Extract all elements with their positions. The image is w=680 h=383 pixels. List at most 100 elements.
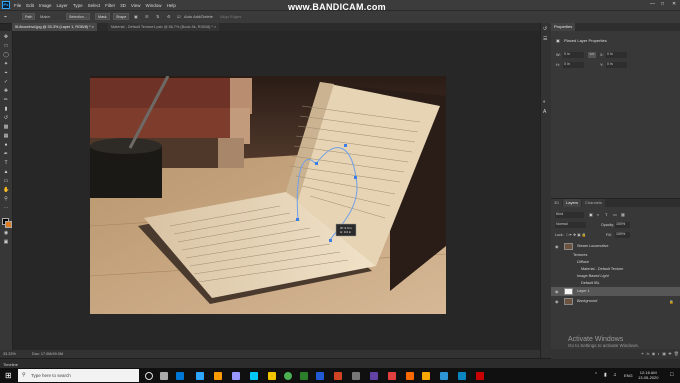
marquee-tool-icon[interactable]: □	[3, 44, 9, 49]
auto-add-delete-checkbox[interactable]: ☑	[177, 14, 181, 19]
path-arrangement-icon[interactable]: ⇅	[156, 14, 159, 19]
gradient-tool-icon[interactable]: ▦	[3, 134, 9, 139]
menu-3d[interactable]: 3D	[120, 3, 126, 8]
fill-field[interactable]: 100%	[615, 232, 630, 238]
eyedropper-tool-icon[interactable]: ✓	[3, 80, 9, 85]
properties-panel-icon[interactable]: ☰	[543, 36, 547, 42]
zoom-tool-icon[interactable]: ⚲	[3, 197, 9, 202]
tab-layers[interactable]: Layers	[563, 199, 582, 207]
x-field[interactable]: 0 in	[606, 52, 627, 58]
layer-row-layer-1[interactable]: ◉ Layer 1	[551, 287, 680, 296]
taskbar-app-4-icon[interactable]	[388, 372, 396, 380]
timeline-tab[interactable]: Timeline	[3, 362, 18, 367]
after-effects-taskbar-icon[interactable]	[250, 372, 258, 380]
dodge-tool-icon[interactable]: ●	[3, 143, 9, 148]
history-panel-icon[interactable]: ↺	[543, 26, 547, 32]
battery-icon[interactable]: ▮	[604, 372, 607, 378]
visibility-eye-icon[interactable]: ◉	[555, 289, 559, 294]
taskbar-app-3-icon[interactable]	[370, 372, 378, 380]
visibility-eye-icon[interactable]: ◉	[555, 299, 559, 304]
file-explorer-icon[interactable]	[268, 372, 276, 380]
hand-tool-icon[interactable]: ✋	[3, 188, 9, 193]
path-alignment-icon[interactable]: ☰	[145, 14, 149, 19]
notification-icon[interactable]: □	[670, 372, 674, 378]
opacity-field[interactable]: 100%	[615, 222, 630, 228]
document-size[interactable]: Doc: 17.0M/49.0M	[32, 352, 63, 356]
taskbar-app-8-icon[interactable]	[476, 372, 484, 380]
path-mode-select[interactable]: Path	[22, 13, 36, 20]
delete-layer-icon[interactable]: 🗑	[674, 351, 679, 356]
settings-gear-icon[interactable]: ⚙	[167, 14, 171, 19]
filter-pixel-icon[interactable]: ▣	[589, 212, 593, 217]
maximize-icon[interactable]: □	[661, 1, 664, 7]
filter-smart-object-icon[interactable]: ▦	[621, 212, 625, 217]
tab-document-1[interactable]: 5f-8cccnhvd.jpg @ 33.3% (Layer 1, RGB/8)…	[12, 23, 97, 31]
pen-tool-icon[interactable]: ✒	[4, 14, 7, 19]
tab-document-2[interactable]: Material - Default Texture1.psb @ 66.7% …	[108, 23, 220, 31]
menu-help[interactable]: Help	[167, 3, 176, 8]
menu-image[interactable]: Image	[39, 3, 52, 8]
document-image[interactable]: W: 0.0 in H: 0.0 in	[90, 76, 446, 314]
clone-stamp-tool-icon[interactable]: ▮	[3, 107, 9, 112]
brush-tool-icon[interactable]: ✏	[3, 98, 9, 103]
menu-layer[interactable]: Layer	[57, 3, 68, 8]
language-indicator[interactable]: ENG	[624, 373, 633, 378]
menu-view[interactable]: View	[131, 3, 141, 8]
close-icon[interactable]: ✕	[672, 1, 676, 7]
healing-brush-tool-icon[interactable]: ✚	[3, 89, 9, 94]
vlc-icon[interactable]	[422, 372, 430, 380]
task-view-icon[interactable]	[160, 372, 168, 380]
screen-mode-icon[interactable]: ▣	[3, 240, 9, 245]
menu-select[interactable]: Select	[88, 3, 101, 8]
selection-button[interactable]: Selection...	[66, 13, 90, 20]
taskbar-search-box[interactable]: ⚲ Type here to search	[18, 369, 139, 382]
windows-start-icon[interactable]: ⊞	[5, 371, 12, 380]
volume-icon[interactable]: ♫	[613, 372, 617, 378]
history-brush-tool-icon[interactable]: ↺	[3, 116, 9, 121]
h-field[interactable]: 0 in	[563, 62, 584, 68]
filter-type-icon[interactable]: T	[605, 212, 607, 217]
eraser-tool-icon[interactable]: ▩	[3, 125, 9, 130]
layer-row-background[interactable]: ◉ Background 🔒	[551, 297, 680, 306]
adjustment-layer-icon[interactable]: ◐	[658, 351, 660, 356]
layer-row-steam-locomotive[interactable]: ◉ Steam Locomotive	[551, 242, 680, 251]
excel-icon[interactable]	[300, 372, 308, 380]
quick-select-tool-icon[interactable]: ✦	[3, 62, 9, 67]
filter-shape-icon[interactable]: ▭	[613, 212, 617, 217]
quick-mask-icon[interactable]: ◉	[3, 231, 9, 236]
mask-button[interactable]: Mask	[95, 13, 110, 20]
new-group-icon[interactable]: ▣	[662, 351, 666, 356]
tab-channels[interactable]: Channels	[582, 199, 605, 207]
menu-file[interactable]: File	[14, 3, 21, 8]
link-dimensions-button[interactable]: GO	[588, 52, 596, 58]
taskbar-app-5-icon[interactable]	[406, 372, 414, 380]
align-edges-label[interactable]: Align Edges	[220, 14, 241, 19]
character-panel-icon[interactable]: A	[543, 109, 546, 115]
menu-edit[interactable]: Edit	[26, 3, 34, 8]
zoom-level[interactable]: 33.33%	[3, 352, 16, 356]
visibility-eye-icon[interactable]: ◉	[555, 244, 559, 249]
chrome-icon[interactable]	[284, 372, 292, 380]
rectangle-tool-icon[interactable]: ▭	[3, 179, 9, 184]
layer-style-icon[interactable]: fx	[646, 351, 649, 356]
tray-arrow-icon[interactable]: ⌃	[594, 372, 598, 378]
minimize-icon[interactable]: —	[650, 1, 655, 7]
lasso-tool-icon[interactable]: ◯	[3, 53, 9, 58]
new-layer-icon[interactable]: ✚	[668, 351, 671, 356]
more-tools-icon[interactable]: ⋯	[3, 206, 9, 211]
taskbar-app-7-icon[interactable]	[458, 372, 466, 380]
taskbar-app-6-icon[interactable]	[440, 372, 448, 380]
w-field[interactable]: 0 in	[563, 52, 584, 58]
premiere-taskbar-icon[interactable]	[232, 372, 240, 380]
shape-button[interactable]: Shape	[113, 13, 130, 20]
background-color-swatch[interactable]	[5, 221, 12, 228]
link-layers-icon[interactable]: ⚭	[641, 351, 644, 356]
add-mask-icon[interactable]: ◉	[652, 351, 656, 356]
photoshop-taskbar-icon[interactable]	[196, 372, 204, 380]
tab-properties[interactable]: Properties	[551, 23, 576, 31]
taskbar-app-2-icon[interactable]	[352, 372, 360, 380]
menu-filter[interactable]: Filter	[105, 3, 115, 8]
powerpoint-icon[interactable]	[334, 372, 342, 380]
menu-window[interactable]: Window	[146, 3, 162, 8]
blend-mode-select[interactable]: Normal	[555, 222, 586, 228]
